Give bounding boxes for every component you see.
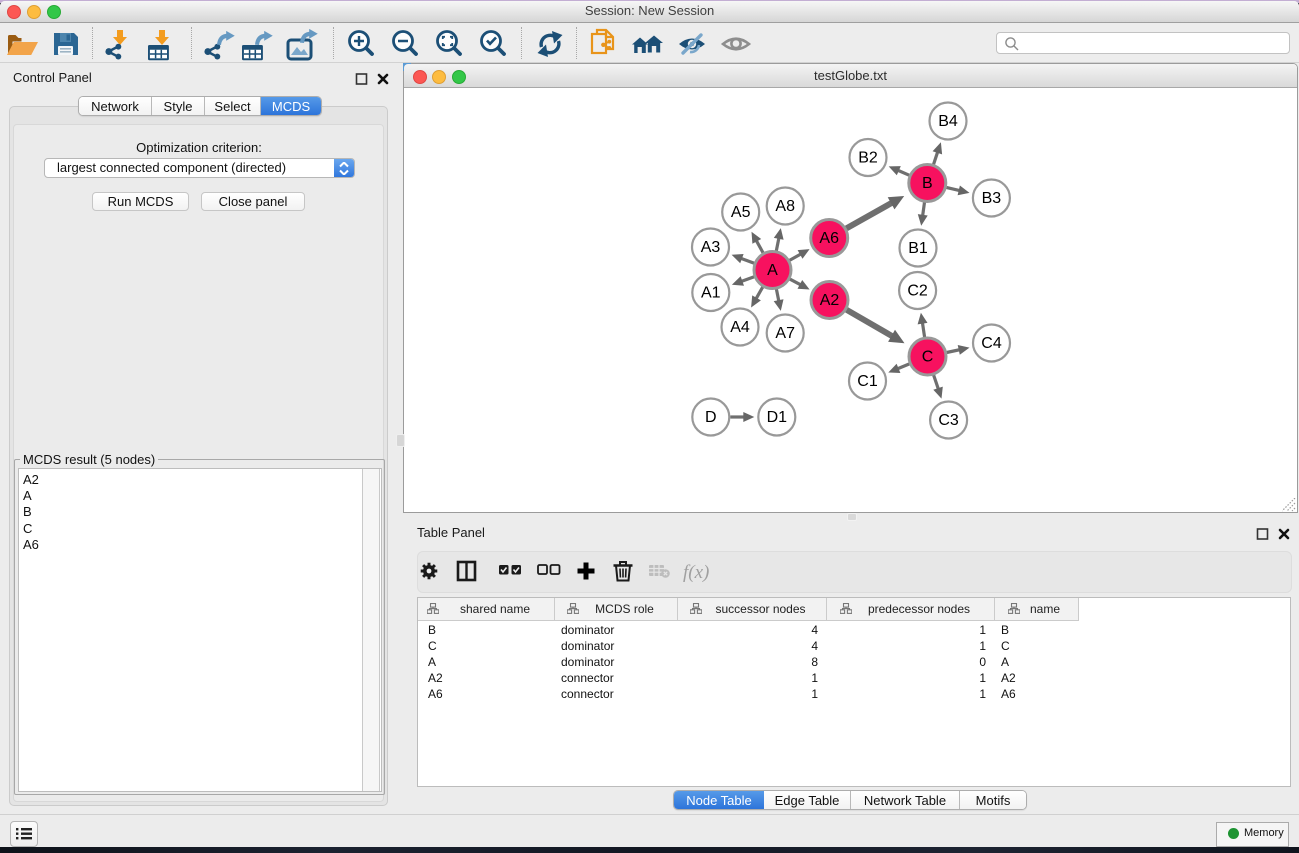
svg-text:B: B	[922, 175, 933, 192]
svg-text:B2: B2	[858, 150, 878, 167]
svg-text:A3: A3	[701, 239, 721, 256]
svg-text:D1: D1	[767, 409, 788, 426]
svg-text:A: A	[767, 262, 778, 279]
svg-text:C4: C4	[981, 335, 1002, 352]
svg-text:C1: C1	[857, 373, 878, 390]
svg-text:C3: C3	[938, 412, 959, 429]
svg-text:D: D	[705, 409, 717, 426]
svg-text:B4: B4	[938, 113, 958, 130]
svg-text:A6: A6	[819, 230, 839, 247]
svg-text:B3: B3	[982, 190, 1002, 207]
svg-text:C: C	[922, 349, 934, 366]
svg-text:A5: A5	[731, 204, 751, 221]
svg-text:A2: A2	[820, 292, 840, 309]
svg-text:f(x): f(x)	[683, 562, 709, 583]
svg-text:B1: B1	[908, 240, 928, 257]
svg-text:A8: A8	[775, 198, 795, 215]
svg-text:A7: A7	[775, 325, 795, 342]
svg-text:A1: A1	[701, 285, 721, 302]
svg-text:A4: A4	[730, 319, 750, 336]
svg-text:C2: C2	[907, 283, 928, 300]
